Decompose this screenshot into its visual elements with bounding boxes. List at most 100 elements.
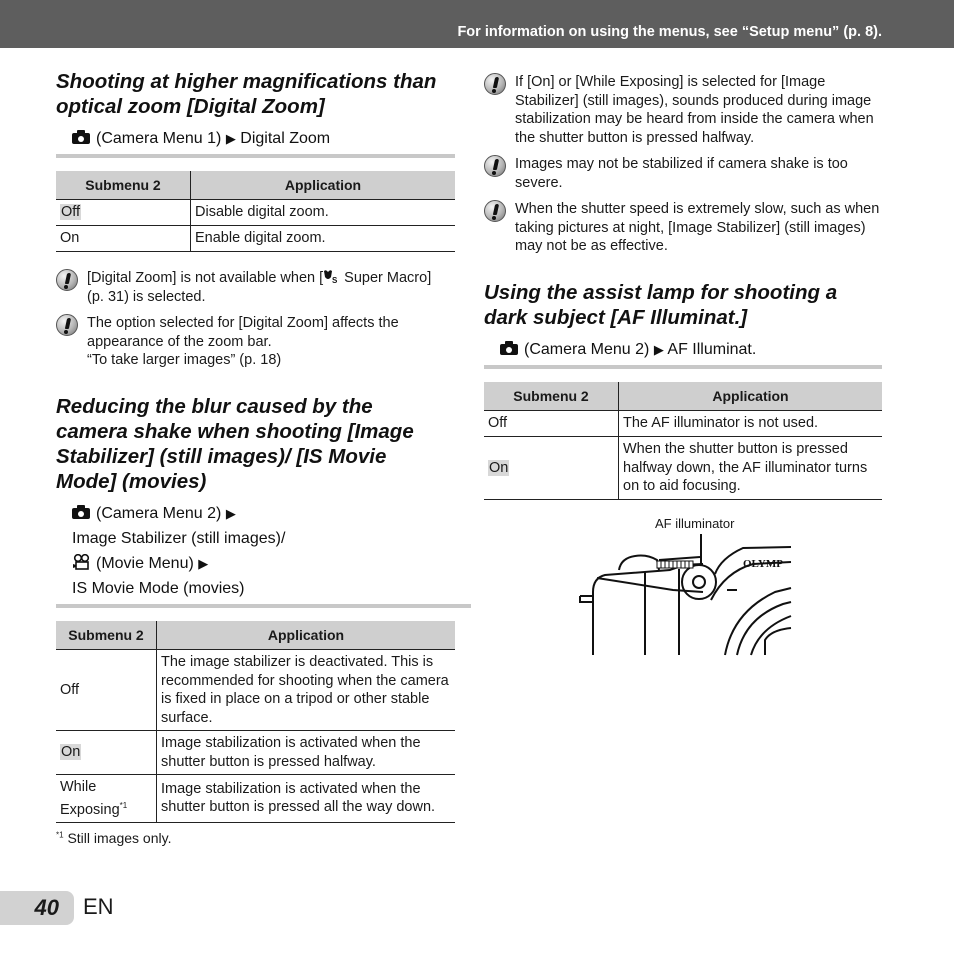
menu-item-name: AF Illuminat. <box>667 341 757 358</box>
digital-zoom-title: Shooting at higher magnifications than o… <box>56 70 437 118</box>
caution-icon <box>484 155 506 177</box>
page-number-tab: 40 <box>0 891 74 925</box>
image-stabilizer-section: Reducing the blur caused by the camera s… <box>56 394 471 608</box>
footnote-marker: *1 <box>119 800 128 810</box>
column-header-submenu: Submenu 2 <box>56 171 191 200</box>
submenu-cell: On <box>484 436 619 500</box>
image-stabilizer-notes: If [On] or [While Exposing] is selected … <box>484 73 882 264</box>
submenu-cell: While Exposing*1 <box>56 774 157 823</box>
arrow-icon: ▶ <box>653 342 664 357</box>
default-option: On <box>60 744 82 761</box>
arrow-icon: ▶ <box>225 131 236 146</box>
caution-note: [Digital Zoom] is not available when [S … <box>56 269 436 306</box>
page-number: 40 <box>34 895 59 920</box>
note-text: [Digital Zoom] is not available when [ <box>87 270 324 286</box>
table-row: On Image stabilization is activated when… <box>56 730 455 775</box>
submenu-label: While Exposing <box>60 779 120 818</box>
camera-icon <box>72 505 90 519</box>
note-text: The option selected for [Digital Zoom] a… <box>87 315 399 350</box>
caution-icon <box>56 314 78 336</box>
table-row: On When the shutter button is pressed ha… <box>484 436 882 500</box>
menu-item-name: Image Stabilizer (still images)/ <box>72 530 286 547</box>
column-header-submenu: Submenu 2 <box>56 621 157 650</box>
note-text: If [On] or [While Exposing] is selected … <box>515 74 874 146</box>
af-illuminator-title: Using the assist lamp for shooting a dar… <box>484 281 838 329</box>
caution-icon <box>484 73 506 95</box>
column-header-application: Application <box>190 171 455 200</box>
menu-name: (Camera Menu 2) <box>96 505 222 522</box>
table-row: Off The image stabilizer is deactivated.… <box>56 649 455 731</box>
image-stabilizer-table: Submenu 2 Application Off The image stab… <box>56 621 455 823</box>
footnote-text: Still images only. <box>67 830 172 846</box>
camera-icon <box>72 130 90 144</box>
application-cell: Image stabilization is activated when th… <box>156 774 455 823</box>
af-illuminator-section: Using the assist lamp for shooting a dar… <box>484 280 882 369</box>
af-illuminator-table-wrap: Submenu 2 Application Off The AF illumin… <box>484 382 882 500</box>
top-banner: For information on using the menus, see … <box>0 0 954 48</box>
caution-icon <box>56 269 78 291</box>
application-cell: The image stabilizer is deactivated. Thi… <box>156 649 455 731</box>
caution-note: Images may not be stabilized if camera s… <box>484 155 882 192</box>
cross-reference-link[interactable]: “To take larger images” (p. 18) <box>87 351 436 370</box>
arrow-icon: ▶ <box>225 506 236 521</box>
caution-note: The option selected for [Digital Zoom] a… <box>56 314 436 370</box>
image-stabilizer-table-wrap: Submenu 2 Application Off The image stab… <box>56 621 455 823</box>
menu-item-name: IS Movie Mode (movies) <box>72 580 245 597</box>
default-option: Off <box>60 204 82 221</box>
application-cell: The AF illuminator is not used. <box>618 410 882 437</box>
af-illuminator-menu-path: (Camera Menu 2) ▶ AF Illuminat. <box>484 337 882 369</box>
menu-name: (Camera Menu 2) <box>524 341 650 358</box>
divider <box>484 365 882 369</box>
digital-zoom-table-wrap: Submenu 2 Application Off Disable digita… <box>56 171 455 252</box>
header-menu-reference: For information on using the menus, see … <box>457 24 882 40</box>
table-header-row: Submenu 2 Application <box>484 382 882 411</box>
caution-icon <box>484 200 506 222</box>
movie-camera-icon <box>73 554 90 570</box>
footnote-marker: *1 <box>56 830 64 840</box>
divider <box>56 604 471 608</box>
arrow-icon: ▶ <box>198 556 209 571</box>
column-header-application: Application <box>618 382 882 411</box>
menu-name: (Movie Menu) <box>96 555 194 572</box>
submenu-cell: On <box>56 730 157 775</box>
default-option: On <box>488 459 510 476</box>
table-header-row: Submenu 2 Application <box>56 171 455 200</box>
menu-item-name: Digital Zoom <box>240 130 331 147</box>
submenu-cell: Off <box>56 649 157 731</box>
af-illuminator-table: Submenu 2 Application Off The AF illumin… <box>484 382 882 500</box>
svg-text:S: S <box>332 276 338 284</box>
super-macro-icon: S <box>324 270 338 285</box>
application-cell: Disable digital zoom. <box>190 199 455 226</box>
submenu-cell: Off <box>56 199 191 226</box>
table-row: While Exposing*1 Image stabilization is … <box>56 774 455 823</box>
digital-zoom-table: Submenu 2 Application Off Disable digita… <box>56 171 455 252</box>
image-stabilizer-menu-path: (Camera Menu 2) ▶ Image Stabilizer (stil… <box>56 501 471 608</box>
camera-icon <box>500 341 518 355</box>
note-text: Images may not be stabilized if camera s… <box>515 156 848 191</box>
table-row: Off Disable digital zoom. <box>56 199 455 226</box>
note-text: When the shutter speed is extremely slow… <box>515 201 880 254</box>
caution-note: When the shutter speed is extremely slow… <box>484 200 882 256</box>
application-cell: Image stabilization is activated when th… <box>156 730 455 775</box>
column-header-application: Application <box>156 621 455 650</box>
menu-name: (Camera Menu 1) <box>96 130 222 147</box>
divider <box>56 154 455 158</box>
camera-illustration: AF illuminator OLYMP <box>575 512 795 657</box>
submenu-cell: On <box>56 225 191 252</box>
image-stabilizer-title: Reducing the blur caused by the camera s… <box>56 395 414 493</box>
camera-line-drawing: OLYMP <box>579 534 792 656</box>
caution-note: If [On] or [While Exposing] is selected … <box>484 73 882 147</box>
footnote: *1 Still images only. <box>56 830 455 846</box>
table-header-row: Submenu 2 Application <box>56 621 455 650</box>
table-row: Off The AF illuminator is not used. <box>484 410 882 437</box>
brand-logo: OLYMP <box>743 558 783 570</box>
application-cell: When the shutter button is pressed halfw… <box>618 436 882 500</box>
digital-zoom-menu-path: (Camera Menu 1) ▶ Digital Zoom <box>56 126 455 158</box>
digital-zoom-notes: [Digital Zoom] is not available when [S … <box>56 269 436 378</box>
language-code: EN <box>83 894 114 919</box>
digital-zoom-section: Shooting at higher magnifications than o… <box>56 69 455 158</box>
submenu-cell: Off <box>484 410 619 437</box>
column-header-submenu: Submenu 2 <box>484 382 619 411</box>
application-cell: Enable digital zoom. <box>190 225 455 252</box>
table-row: On Enable digital zoom. <box>56 225 455 252</box>
